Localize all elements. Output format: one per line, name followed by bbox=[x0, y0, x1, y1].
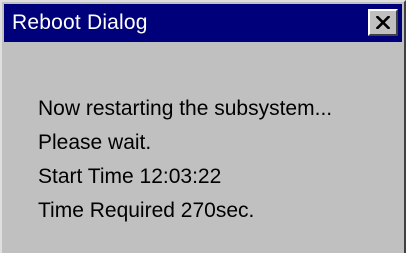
close-button[interactable] bbox=[368, 9, 398, 36]
wait-message: Please wait. bbox=[38, 131, 152, 154]
reboot-dialog: Reboot Dialog Now restarting the subsyst… bbox=[0, 0, 406, 253]
status-message: Now restarting the subsystem... bbox=[38, 97, 333, 120]
message-area: Now restarting the subsystem... Please w… bbox=[38, 92, 332, 228]
dialog-title: Reboot Dialog bbox=[12, 11, 148, 34]
start-time-text: Start Time 12:03:22 bbox=[38, 165, 222, 188]
close-icon bbox=[376, 16, 390, 29]
title-bar[interactable]: Reboot Dialog bbox=[4, 4, 402, 42]
time-required-text: Time Required 270sec. bbox=[38, 199, 255, 222]
